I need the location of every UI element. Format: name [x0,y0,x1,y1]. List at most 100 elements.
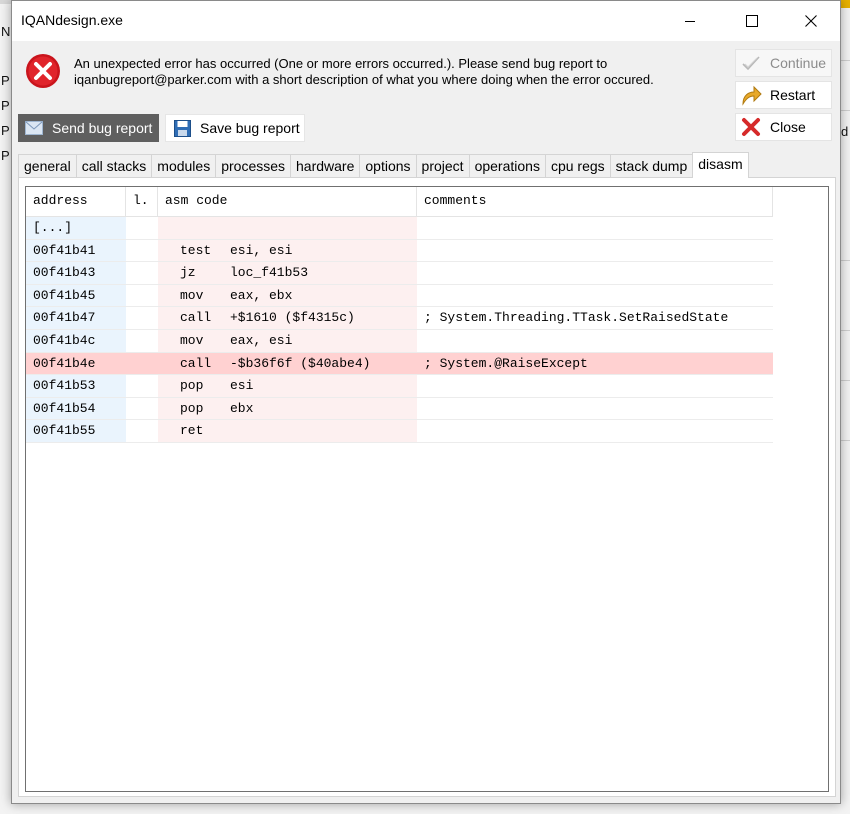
cell-opcode: call [180,355,212,371]
envelope-icon [24,118,44,138]
tab-disasm[interactable]: disasm [692,152,749,178]
cell-comment [417,375,773,397]
cell-operands: eax, esi [230,332,293,348]
cell-asm-code: pop esi [158,375,417,397]
minimize-icon [685,21,695,22]
cell-opcode: mov [180,332,204,348]
minimize-button[interactable] [667,1,713,41]
background-text: d [841,124,849,139]
cell-asm-code: test esi, esi [158,239,417,262]
tab-hardware[interactable]: hardware [290,154,361,177]
cell-operands: ebx [230,400,254,416]
tab-project[interactable]: project [415,154,470,177]
cell-comment [417,284,773,307]
error-message-line: iqanbugreport@parker.com with a short de… [74,72,654,87]
table-row[interactable]: 00f41b55 ret [26,420,773,443]
cell-line [126,352,158,375]
error-message: An unexpected error has occurred (One or… [74,56,714,88]
cell-asm-code: call +$1610 ($f4315c) [158,307,417,329]
error-dialog: IQANdesign.exe An unexpected error has o… [11,0,841,804]
cell-comment [417,420,773,442]
restart-arrow-icon [740,84,762,106]
red-x-icon [740,116,762,138]
cell-comment: ; System.Threading.TTask.SetRaisedState [417,307,773,329]
disasm-panel: address l. asm code comments [...] 00f41b… [18,177,836,797]
window-close-button[interactable] [788,1,834,41]
save-bug-report-button[interactable]: Save bug report [165,114,305,142]
cell-asm-code: mov eax, esi [158,329,417,352]
table-row[interactable]: 00f41b45 mov eax, ebx [26,284,773,308]
tab-processes[interactable]: processes [215,154,292,177]
send-bug-report-button[interactable]: Send bug report [18,114,159,142]
close-button[interactable]: Close [735,113,832,141]
table-row[interactable]: 00f41b4c mov eax, esi [26,329,773,353]
table-row[interactable]: 00f41b47 call +$1610 ($f4315c) ; System.Thr… [26,307,773,330]
cell-address: 00f41b43 [26,262,126,284]
background-text: P [1,73,10,88]
cell-asm-code: ret [158,420,417,442]
cell-line [126,239,158,262]
column-header-address[interactable]: address [26,187,126,217]
cell-address: 00f41b55 [26,420,126,442]
floppy-disk-icon [172,118,192,138]
cell-comment [417,217,773,239]
tab-general[interactable]: general [18,154,77,177]
cell-operands: eax, ebx [230,287,293,303]
cell-opcode: call [180,310,212,326]
tab-options[interactable]: options [359,154,417,177]
cell-operands: -$b36f6f ($40abe4) [230,355,371,371]
restart-button[interactable]: Restart [735,81,832,109]
cell-opcode: pop [180,400,204,416]
cell-line [126,217,158,239]
title-bar: IQANdesign.exe [12,1,840,41]
check-icon [740,52,762,74]
cell-asm-code: call -$b36f6f ($40abe4) [158,352,417,375]
table-row[interactable]: 00f41b54 pop ebx [26,397,773,421]
cell-operands: loc_f41b53 [230,265,309,281]
continue-label: Continue [770,55,827,71]
cell-asm-code [158,217,417,239]
cell-asm-code: pop ebx [158,397,417,420]
maximize-button[interactable] [729,1,775,41]
cell-address: 00f41b41 [26,239,126,262]
close-icon [805,15,817,27]
disasm-grid[interactable]: address l. asm code comments [...] 00f41b… [25,186,829,792]
error-message-line: An unexpected error has occurred (One or… [74,56,608,71]
table-row[interactable]: [...] [26,217,773,240]
table-row[interactable]: 00f41b53 pop esi [26,375,773,398]
background-text: N [1,24,11,39]
table-row-current[interactable]: 00f41b4e call -$b36f6f ($40abe4) ; System.@… [26,352,773,376]
cell-comment [417,329,773,352]
cell-operands: +$1610 ($f4315c) [230,310,355,326]
cell-address: 00f41b47 [26,307,126,329]
background-text: P [1,123,10,138]
cell-asm-code: jz loc_f41b53 [158,262,417,284]
cell-line [126,329,158,352]
column-header-comments[interactable]: comments [417,187,773,217]
restart-label: Restart [770,87,816,103]
tab-modules[interactable]: modules [151,154,217,177]
continue-button[interactable]: Continue [735,49,832,77]
cell-asm-code: mov eax, ebx [158,284,417,307]
cell-address: 00f41b54 [26,397,126,420]
table-header: address l. asm code comments [26,187,773,217]
background-text: P [1,148,10,163]
cell-operands [230,217,417,239]
tab-stack-dump[interactable]: stack dump [609,154,694,177]
table-row[interactable]: 00f41b41 test esi, esi [26,239,773,263]
table-body: [...] 00f41b41 test esi, esi 00f41b43 jz loc_f… [26,217,773,443]
cell-line [126,375,158,397]
tab-call-stacks[interactable]: call stacks [75,154,153,177]
tab-operations[interactable]: operations [468,154,546,177]
column-header-line[interactable]: l. [126,187,158,217]
cell-line [126,420,158,442]
table-row[interactable]: 00f41b43 jz loc_f41b53 [26,262,773,285]
disasm-table: address l. asm code comments [...] 00f41b… [26,187,773,443]
tab-cpu-regs[interactable]: cpu regs [544,154,611,177]
cell-address: 00f41b4e [26,352,126,375]
column-header-asm-code[interactable]: asm code [158,187,417,217]
cell-comment: ; System.@RaiseExcept [417,352,773,375]
close-label: Close [770,119,806,135]
error-icon [25,53,61,89]
maximize-icon [746,15,758,27]
